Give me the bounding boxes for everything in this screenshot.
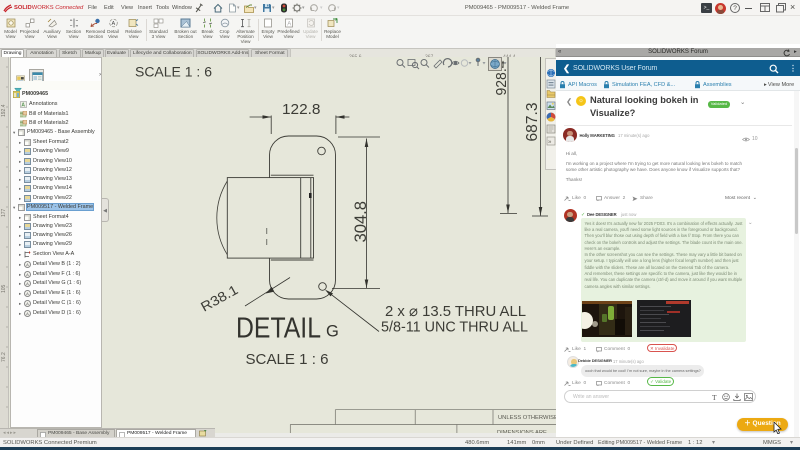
svg-text:105: 105 [1,284,7,293]
svg-text:UNLESS OTHERWISE SPEC: UNLESS OTHERWISE SPEC [498,415,556,421]
svg-text:192.4: 192.4 [1,104,7,117]
svg-text:122.8: 122.8 [282,102,321,118]
svg-text:76.2: 76.2 [1,352,7,362]
svg-text:G: G [326,323,339,341]
svg-text:687.3: 687.3 [524,102,541,141]
svg-text:177: 177 [1,208,7,217]
svg-text:R38.1: R38.1 [198,282,240,315]
svg-text:SCALE 1 : 6: SCALE 1 : 6 [246,351,329,368]
svg-text:A: A [287,22,291,28]
svg-text:SCALE 1 : 6: SCALE 1 : 6 [135,65,212,80]
svg-text:2 x ⌀ 13.5 THRU ALL: 2 x ⌀ 13.5 THRU ALL [385,303,526,320]
svg-text:DETAIL: DETAIL [236,313,321,345]
svg-text:304.8: 304.8 [352,201,370,243]
svg-text:5/8-11 UNC THRU ALL: 5/8-11 UNC THRU ALL [381,319,528,336]
svg-text:A: A [111,21,115,27]
